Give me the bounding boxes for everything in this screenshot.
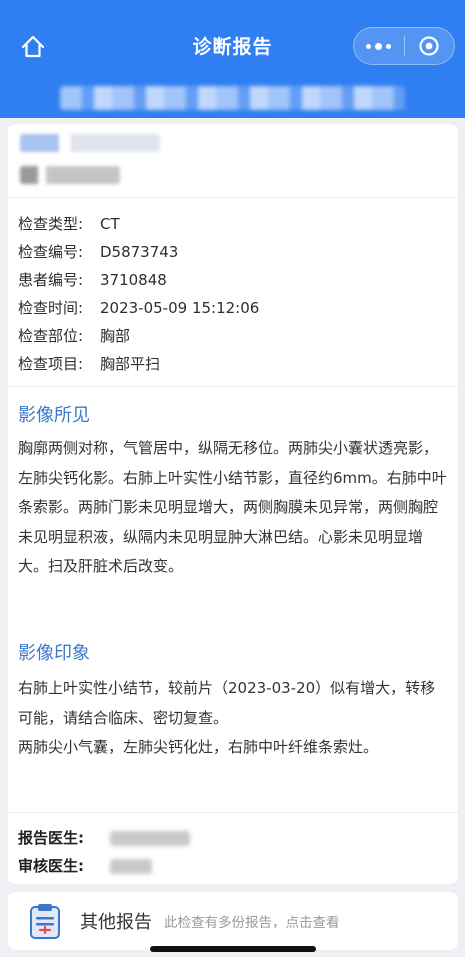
- mini-program-capsule: [353, 27, 455, 65]
- report-doctor-redacted: [110, 831, 190, 846]
- info-label: 患者编号:: [18, 271, 84, 289]
- other-reports-label: 其他报告: [80, 912, 152, 933]
- header-bar: 诊断报告: [0, 0, 465, 118]
- info-value: 3710848: [100, 271, 167, 289]
- divider: [8, 386, 458, 387]
- info-label: 检查类型:: [18, 215, 84, 233]
- doctor-list: 报告医生: 审核医生:: [18, 824, 190, 880]
- info-value: 2023-05-09 15:12:06: [100, 299, 260, 317]
- info-label: 检查时间:: [18, 299, 84, 317]
- close-button[interactable]: [404, 28, 454, 64]
- info-label: 检查项目:: [18, 355, 84, 373]
- review-doctor-label: 审核医生:: [18, 857, 84, 875]
- impression-paragraph: 两肺尖小气囊，左肺尖钙化灶，右肺中叶纤维条索灶。: [18, 738, 379, 756]
- report-page: 诊断报告 检查类型: CT 检查编号: D5873743 患者编号: 37108…: [0, 0, 465, 957]
- divider: [8, 812, 458, 813]
- more-button[interactable]: [354, 28, 404, 64]
- patient-name-redacted: [20, 134, 160, 152]
- info-row-exam-type: 检查类型: CT: [18, 210, 259, 238]
- review-doctor-row: 审核医生:: [18, 852, 152, 880]
- info-label: 检查编号:: [18, 243, 84, 261]
- info-value: CT: [100, 215, 120, 233]
- clipboard-report-icon: [30, 904, 60, 939]
- more-dots-icon: [366, 42, 392, 50]
- patient-info-redacted: [20, 166, 120, 184]
- impression-title: 影像印象: [18, 643, 90, 664]
- info-value: D5873743: [100, 243, 179, 261]
- target-close-icon: [419, 36, 439, 56]
- info-row-patient-number: 患者编号: 3710848: [18, 266, 259, 294]
- patient-header: [8, 124, 458, 198]
- impression-paragraph: 右肺上叶实性小结节，较前片（2023-03-20）似有增大，转移可能，请结合临床…: [18, 679, 436, 727]
- report-doctor-row: 报告医生:: [18, 824, 190, 852]
- findings-title: 影像所见: [18, 405, 90, 426]
- info-row-exam-time: 检查时间: 2023-05-09 15:12:06: [18, 294, 259, 322]
- info-row-exam-site: 检查部位: 胸部: [18, 322, 259, 350]
- info-value: 胸部: [100, 327, 131, 345]
- hospital-name-redacted: [60, 86, 405, 110]
- info-label: 检查部位:: [18, 327, 84, 345]
- info-value: 胸部平扫: [100, 355, 161, 373]
- findings-text: 胸廓两侧对称，气管居中，纵隔无移位。两肺尖小囊状透亮影，左肺尖钙化影。右肺上叶实…: [18, 439, 447, 575]
- impression-text: 右肺上叶实性小结节，较前片（2023-03-20）似有增大，转移可能，请结合临床…: [18, 674, 448, 763]
- info-row-exam-number: 检查编号: D5873743: [18, 238, 259, 266]
- other-reports-hint: 此检查有多份报告，点击查看: [164, 915, 340, 931]
- report-card: 检查类型: CT 检查编号: D5873743 患者编号: 3710848 检查时间:…: [8, 124, 458, 884]
- other-reports-button[interactable]: 其他报告 此检查有多份报告，点击查看: [8, 892, 458, 950]
- home-indicator: [150, 946, 316, 952]
- exam-info-list: 检查类型: CT 检查编号: D5873743 患者编号: 3710848 检查时间:…: [18, 210, 259, 378]
- info-row-exam-item: 检查项目: 胸部平扫: [18, 350, 259, 378]
- report-doctor-label: 报告医生:: [18, 829, 84, 847]
- review-doctor-redacted: [110, 859, 152, 874]
